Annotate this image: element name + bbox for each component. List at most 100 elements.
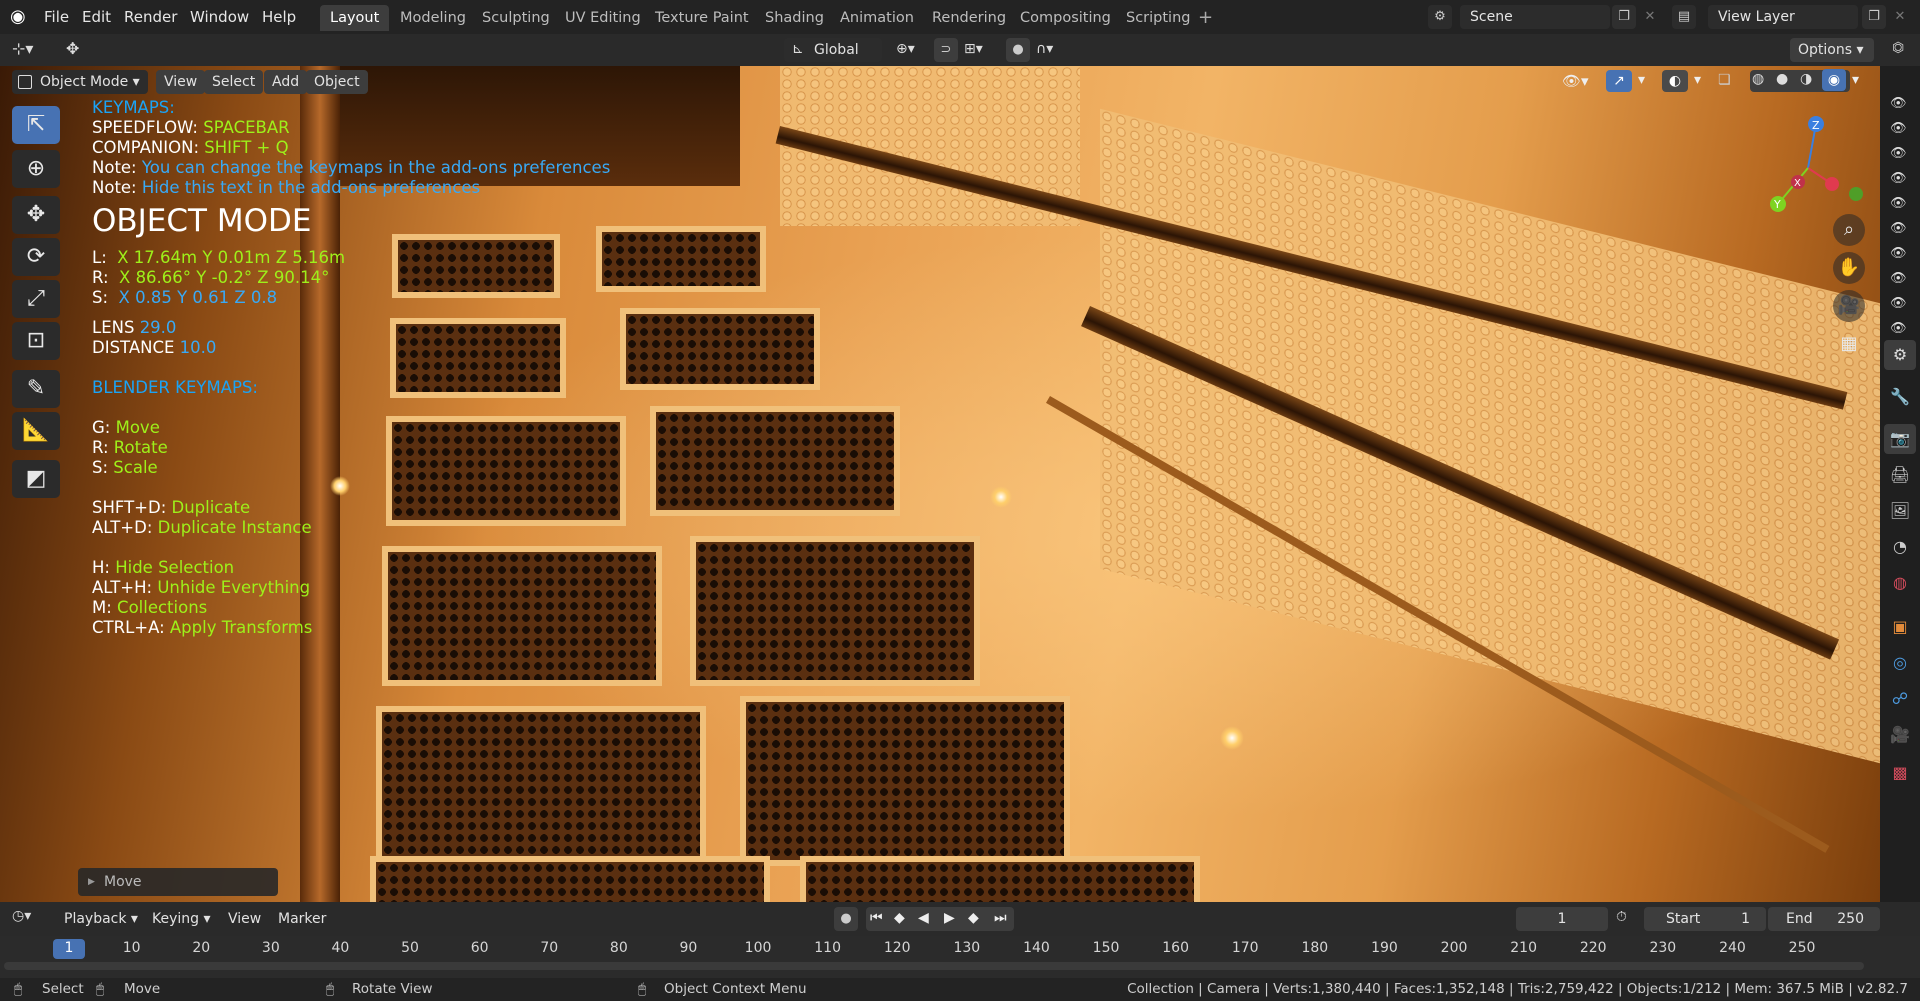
scene-tab-icon[interactable]: ◔ (1884, 532, 1916, 562)
jump-start-icon[interactable]: ⏮ (870, 910, 883, 926)
physics-tab-icon[interactable]: ☍ (1884, 684, 1916, 714)
menu-window[interactable]: Window (184, 6, 255, 28)
add-menu[interactable]: Add (264, 70, 308, 94)
eye-icon[interactable]: 👁 (1890, 96, 1907, 111)
timeline-view-menu[interactable]: View (220, 907, 269, 931)
select-box-tool[interactable]: ⇱ (12, 106, 60, 144)
xray-icon[interactable]: ❏ (1718, 72, 1731, 88)
overlay-dropdown-icon[interactable]: ▾ (1694, 72, 1701, 88)
menu-edit[interactable]: Edit (76, 6, 117, 28)
navigation-gizmo[interactable]: Z Y X (1750, 106, 1870, 242)
record-icon[interactable]: ● (834, 907, 858, 931)
scene-copy-icon[interactable]: ❐ (1612, 5, 1636, 29)
eye-icon[interactable]: 👁 (1890, 221, 1907, 236)
scale-tool[interactable]: ⤢ (12, 280, 60, 318)
eye-icon[interactable]: 👁 (1890, 146, 1907, 161)
tool-settings-icon[interactable]: ⚙ (1884, 340, 1916, 370)
gizmo-toggle-icon[interactable]: ↗ (1606, 70, 1632, 92)
tab-sculpting[interactable]: Sculpting (472, 5, 560, 31)
play-icon[interactable]: ▶ (944, 910, 955, 926)
play-reverse-icon[interactable]: ◀ (918, 910, 929, 926)
start-frame-field[interactable]: Start 1 (1644, 907, 1766, 931)
marker-menu[interactable]: Marker (270, 907, 334, 931)
timeline-ruler[interactable]: 1 10 20 30 40 50 60 70 80 90 100 110 120 130 140 150 160… (0, 936, 1920, 978)
add-cube-tool[interactable]: ◩ (12, 460, 60, 498)
falloff-icon[interactable]: ∩▾ (1036, 41, 1053, 57)
move-tool[interactable]: ✥ (12, 196, 60, 234)
perspective-grid-icon[interactable]: ▦ (1833, 328, 1865, 360)
keying-menu[interactable]: Keying ▾ (144, 907, 219, 931)
editor-type-icon[interactable]: ⊹▾ (12, 39, 33, 58)
object-tab-icon[interactable]: ▣ (1884, 612, 1916, 642)
3d-viewport[interactable]: Object Mode ▾ View Select Add Object 👁▾ … (0, 66, 1880, 902)
zoom-icon[interactable]: ⌕ (1833, 214, 1865, 246)
view-layer-tab-icon[interactable]: 🖼 (1884, 496, 1916, 526)
tab-uv-editing[interactable]: UV Editing (555, 5, 651, 31)
menu-file[interactable]: File (38, 6, 75, 28)
camera-view-icon[interactable]: 🎥 (1833, 290, 1865, 322)
y-neg-handle[interactable] (1849, 187, 1863, 201)
filter-icon[interactable]: ⏣ (1892, 40, 1904, 56)
end-frame-field[interactable]: End 250 (1768, 907, 1880, 931)
tab-scripting[interactable]: Scripting (1116, 5, 1200, 31)
gizmo-dropdown-icon[interactable]: ▾ (1638, 72, 1645, 88)
tab-compositing[interactable]: Compositing (1010, 5, 1121, 31)
menu-render[interactable]: Render (118, 6, 183, 28)
object-data-tab-icon[interactable]: 🎥 (1884, 720, 1916, 750)
render-tab-icon[interactable]: 📷 (1884, 424, 1916, 454)
view-layer-copy-icon[interactable]: ❐ (1862, 5, 1886, 29)
pan-hand-icon[interactable]: ✋ (1833, 252, 1865, 284)
next-keyframe-icon[interactable]: ◆ (968, 910, 979, 926)
eye-icon[interactable]: 👁 (1890, 121, 1907, 136)
scene-field[interactable]: Scene (1460, 5, 1610, 29)
transform-tool[interactable]: ⊡ (12, 322, 60, 360)
snap-target-icon[interactable]: ⊞▾ (964, 41, 983, 57)
options-dropdown[interactable]: Options ▾ (1790, 38, 1874, 62)
tab-layout[interactable]: Layout (320, 5, 390, 31)
pivot-icon[interactable]: ⊕▾ (896, 41, 915, 57)
clock-icon[interactable]: ⏱ (1616, 909, 1627, 925)
cursor-tool[interactable]: ⊕ (12, 150, 60, 188)
output-tab-icon[interactable]: 🖨 (1884, 460, 1916, 490)
timeline-editor-icon[interactable]: ◷▾ (12, 908, 31, 924)
proportional-edit-icon[interactable]: ● (1006, 38, 1030, 62)
constraints-tab-icon[interactable]: ◎ (1884, 648, 1916, 678)
solid-shading-icon[interactable]: ● (1776, 71, 1788, 87)
timeline-scrollbar[interactable] (4, 962, 1864, 970)
tab-animation[interactable]: Animation (830, 5, 924, 31)
tab-shading[interactable]: Shading (755, 5, 834, 31)
annotate-tool[interactable]: ✎ (12, 370, 60, 408)
prev-keyframe-icon[interactable]: ◆ (894, 910, 905, 926)
shading-dropdown-icon[interactable]: ▾ (1852, 72, 1859, 88)
view-menu[interactable]: View (156, 70, 206, 94)
wireframe-shading-icon[interactable]: ◍ (1752, 71, 1764, 87)
tab-rendering[interactable]: Rendering (922, 5, 1016, 31)
tab-modeling[interactable]: Modeling (390, 5, 476, 31)
eye-icon[interactable]: 👁 (1890, 246, 1907, 261)
playback-menu[interactable]: Playback ▾ (56, 907, 146, 931)
snap-icon[interactable]: ⊃ (934, 38, 958, 62)
select-menu[interactable]: Select (204, 70, 264, 94)
tab-texture-paint[interactable]: Texture Paint (645, 5, 759, 31)
jump-end-icon[interactable]: ⏭ (994, 910, 1007, 926)
eye-icon[interactable]: 👁 (1890, 296, 1907, 311)
overlay-toggle-icon[interactable]: ◐ (1662, 70, 1688, 92)
view-layer-browse-icon[interactable]: ▤ (1672, 5, 1696, 29)
material-shading-icon[interactable]: ◑ (1800, 71, 1812, 87)
rendered-shading-icon[interactable]: ◉ (1822, 69, 1846, 91)
texture-tab-icon[interactable]: ▩ (1884, 758, 1916, 788)
measure-tool[interactable]: 📐 (12, 412, 60, 450)
eye-icon[interactable]: 👁 (1890, 196, 1907, 211)
view-layer-close-icon[interactable]: ✕ (1888, 5, 1912, 29)
last-operator-panel[interactable]: ▶ Move (78, 868, 278, 896)
visibility-icon[interactable]: 👁▾ (1562, 72, 1589, 90)
add-workspace-icon[interactable]: + (1198, 7, 1213, 28)
blender-logo-icon[interactable]: ◉ (10, 7, 32, 27)
x-neg-handle[interactable] (1825, 177, 1839, 191)
view-layer-field[interactable]: View Layer (1708, 5, 1858, 29)
rotate-tool[interactable]: ⟳ (12, 238, 60, 276)
menu-help[interactable]: Help (256, 6, 302, 28)
eye-icon[interactable]: 👁 (1890, 271, 1907, 286)
eye-icon[interactable]: 👁 (1890, 171, 1907, 186)
mode-dropdown[interactable]: Object Mode ▾ (12, 70, 148, 94)
